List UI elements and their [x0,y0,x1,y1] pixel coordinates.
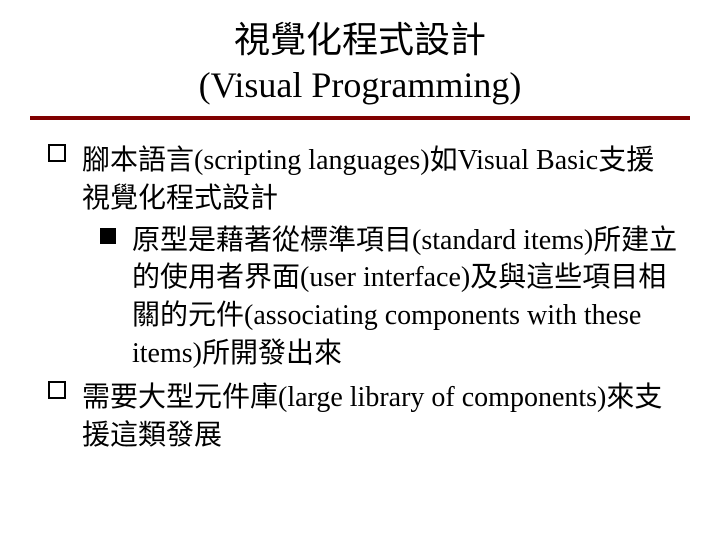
bullet-list: 腳本語言(scripting languages)如Visual Basic支援… [30,142,690,454]
slide-title: 視覺化程式設計 (Visual Programming) [30,18,690,108]
list-item-text: 需要大型元件庫(large library of components)來支援這… [82,382,662,451]
title-underline [30,116,690,120]
square-filled-bullet-icon [100,228,116,244]
title-line-2: (Visual Programming) [199,65,522,105]
sub-list: 原型是藉著從標準項目(standard items)所建立的使用者界面(user… [82,222,680,373]
slide: 視覺化程式設計 (Visual Programming) 腳本語言(script… [0,0,720,540]
square-open-bullet-icon [48,381,66,399]
title-line-1: 視覺化程式設計 [234,20,486,60]
list-item: 腳本語言(scripting languages)如Visual Basic支援… [48,142,680,373]
sub-list-item-text: 原型是藉著從標準項目(standard items)所建立的使用者界面(user… [132,225,677,369]
sub-list-item: 原型是藉著從標準項目(standard items)所建立的使用者界面(user… [100,222,680,373]
square-open-bullet-icon [48,144,66,162]
list-item: 需要大型元件庫(large library of components)來支援這… [48,379,680,455]
list-item-text: 腳本語言(scripting languages)如Visual Basic支援… [82,145,654,214]
